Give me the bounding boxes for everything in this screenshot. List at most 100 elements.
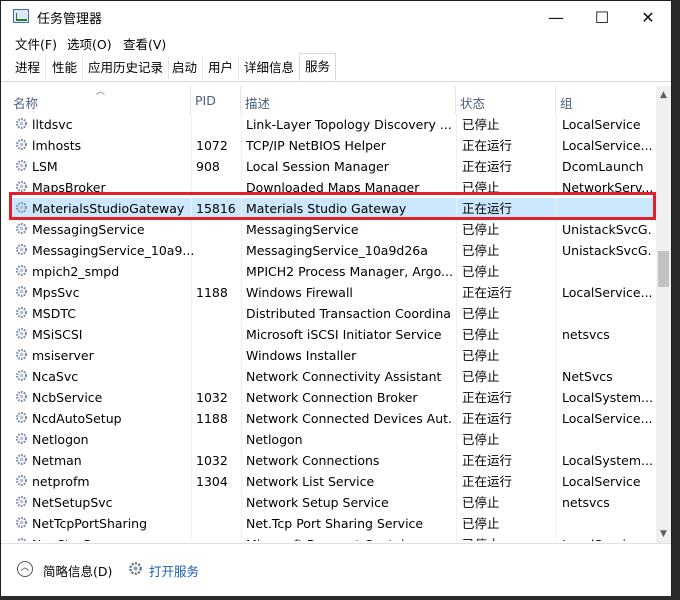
column-divider bbox=[456, 534, 457, 541]
service-gear-icon bbox=[15, 264, 28, 277]
close-button[interactable]: ✕ bbox=[625, 1, 671, 33]
window-title: 任务管理器 bbox=[37, 12, 103, 27]
tab-performance[interactable]: 性能 bbox=[47, 57, 84, 79]
service-gear-icon bbox=[15, 453, 28, 466]
table-row[interactable]: LSM 908 Local Session Manager 正在运行 DcomLaunc… bbox=[9, 156, 656, 177]
table-row[interactable]: netprofm 1304 Network List Service 正在运行 Loca… bbox=[9, 471, 656, 492]
tab-services[interactable]: 服务 bbox=[299, 53, 337, 81]
maximize-button[interactable]: ☐ bbox=[579, 1, 625, 33]
column-description[interactable]: 描述 bbox=[241, 86, 456, 114]
brief-info-link[interactable]: 简略信息(D) bbox=[43, 561, 112, 580]
table-row[interactable]: Netlogon Netlogon 已停止 bbox=[9, 429, 656, 450]
menu-options[interactable]: 选项(O) bbox=[67, 34, 112, 53]
service-gear-icon bbox=[15, 432, 28, 445]
service-name: MSDTC bbox=[32, 306, 76, 321]
table-row[interactable]: NgcCtnrSvc Microsoft Passport Container 已停… bbox=[9, 534, 656, 541]
column-divider bbox=[456, 450, 457, 471]
table-row[interactable]: mpich2_smpd MPICH2 Process Manager, Argo.… bbox=[9, 261, 656, 282]
service-gear-icon bbox=[15, 495, 28, 508]
table-row[interactable]: lltdsvc Link-Layer Topology Discovery ...… bbox=[9, 114, 656, 135]
service-name: MpsSvc bbox=[32, 285, 80, 300]
table-row[interactable]: MessagingService_10a9... MessagingService… bbox=[9, 240, 656, 261]
table-row[interactable]: msiserver Windows Installer 已停止 bbox=[9, 345, 656, 366]
service-status: 正在运行 bbox=[462, 474, 513, 489]
service-status: 已停止 bbox=[462, 432, 500, 447]
title-bar[interactable]: 任务管理器 — ☐ ✕ bbox=[1, 1, 671, 33]
column-divider bbox=[456, 471, 457, 492]
service-description: Network Connection Broker bbox=[246, 390, 418, 405]
table-row[interactable]: NcbService 1032 Network Connection Broker 正… bbox=[9, 387, 656, 408]
service-description: Distributed Transaction Coordina... bbox=[246, 306, 452, 321]
table-row[interactable]: MpsSvc 1188 Windows Firewall 正在运行 LocalServi… bbox=[9, 282, 656, 303]
column-group[interactable]: 组 bbox=[556, 86, 656, 114]
service-gear-icon bbox=[16, 537, 27, 541]
column-divider bbox=[456, 135, 457, 156]
menu-view[interactable]: 查看(V) bbox=[123, 34, 166, 53]
table-row[interactable]: Netman 1032 Network Connections 正在运行 LocalSy… bbox=[9, 450, 656, 471]
tab-app-history[interactable]: 应用历史记录 bbox=[83, 57, 170, 79]
service-description: Windows Firewall bbox=[246, 285, 353, 300]
table-row[interactable]: MessagingService MessagingService 已停止 Unist… bbox=[9, 219, 656, 240]
service-description: Microsoft iSCSI Initiator Service bbox=[246, 327, 442, 342]
service-description: MessagingService_10a9d26a bbox=[246, 243, 428, 258]
table-row[interactable]: NcaSvc Network Connectivity Assistant 已停止 N… bbox=[9, 366, 656, 387]
service-status: 正在运行 bbox=[462, 390, 513, 405]
service-group: NetSvcs bbox=[562, 369, 613, 384]
service-gear-icon bbox=[15, 369, 28, 382]
service-gear-icon bbox=[15, 327, 28, 340]
scroll-up-icon[interactable]: ▲ bbox=[656, 88, 671, 102]
table-row[interactable]: NetSetupSvc Network Setup Service 已停止 netsv… bbox=[9, 492, 656, 513]
menu-file[interactable]: 文件(F) bbox=[15, 34, 57, 53]
vertical-scrollbar[interactable]: ▲ ▼ bbox=[656, 86, 671, 543]
table-row[interactable]: MSDTC Distributed Transaction Coordina...… bbox=[9, 303, 656, 324]
service-group: UnistackSvcG... bbox=[562, 222, 652, 237]
tab-processes[interactable]: 进程 bbox=[10, 57, 47, 79]
open-services-link[interactable]: 打开服务 bbox=[149, 561, 199, 580]
service-group: netsvcs bbox=[562, 495, 610, 510]
service-description: Network Connections bbox=[246, 453, 380, 468]
service-pid: 1188 bbox=[196, 285, 228, 300]
table-row[interactable]: lmhosts 1072 TCP/IP NetBIOS Helper 正在运行 Loca… bbox=[9, 135, 656, 156]
table-row[interactable]: NetTcpPortSharing Net.Tcp Port Sharing Se… bbox=[9, 513, 656, 534]
table-row[interactable]: NcdAutoSetup 1188 Network Connected Device… bbox=[9, 408, 656, 429]
scroll-down-icon[interactable]: ▼ bbox=[656, 527, 671, 541]
service-gear-icon bbox=[15, 117, 28, 130]
service-description: TCP/IP NetBIOS Helper bbox=[246, 138, 386, 153]
task-manager-window: 任务管理器 — ☐ ✕ 文件(F) 选项(O) 查看(V) 进程 性能 应用历史… bbox=[0, 0, 672, 596]
service-gear-icon bbox=[15, 285, 28, 298]
service-gear-icon bbox=[15, 474, 28, 487]
service-description: Windows Installer bbox=[246, 348, 357, 363]
column-pid[interactable]: PID bbox=[191, 86, 241, 114]
service-description: Network Setup Service bbox=[246, 495, 389, 510]
service-group bbox=[562, 515, 652, 533]
tab-users[interactable]: 用户 bbox=[203, 57, 240, 79]
service-group: LocalSystem... bbox=[562, 390, 652, 405]
service-group: LocalService bbox=[562, 117, 641, 132]
service-name: LSM bbox=[32, 159, 58, 174]
service-pid bbox=[196, 116, 244, 134]
service-description: Network List Service bbox=[246, 474, 375, 489]
service-description: Local Session Manager bbox=[246, 159, 389, 174]
column-divider bbox=[456, 156, 457, 177]
service-status: 已停止 bbox=[462, 516, 500, 531]
minimize-icon: — bbox=[548, 7, 564, 27]
service-pid bbox=[196, 536, 244, 541]
column-divider bbox=[456, 114, 457, 135]
service-name: lltdsvc bbox=[32, 117, 73, 132]
tab-details[interactable]: 详细信息 bbox=[239, 57, 301, 79]
service-name: lmhosts bbox=[32, 138, 82, 153]
column-divider bbox=[456, 492, 457, 513]
column-divider bbox=[456, 282, 457, 303]
scroll-thumb[interactable] bbox=[658, 251, 669, 287]
column-divider bbox=[456, 324, 457, 345]
service-group: UnistackSvcG... bbox=[562, 243, 652, 258]
minimize-button[interactable]: — bbox=[533, 1, 579, 33]
service-status: 已停止 bbox=[462, 327, 500, 342]
column-status[interactable]: 状态 bbox=[456, 86, 556, 114]
collapse-icon[interactable]: ︿ bbox=[17, 561, 33, 577]
service-gear-icon bbox=[15, 411, 28, 424]
table-row[interactable]: MSiSCSI Microsoft iSCSI Initiator Service… bbox=[9, 324, 656, 345]
tab-startup[interactable]: 启动 bbox=[167, 57, 204, 79]
service-pid: 1072 bbox=[196, 138, 228, 153]
column-name[interactable]: 名称 bbox=[9, 86, 191, 114]
